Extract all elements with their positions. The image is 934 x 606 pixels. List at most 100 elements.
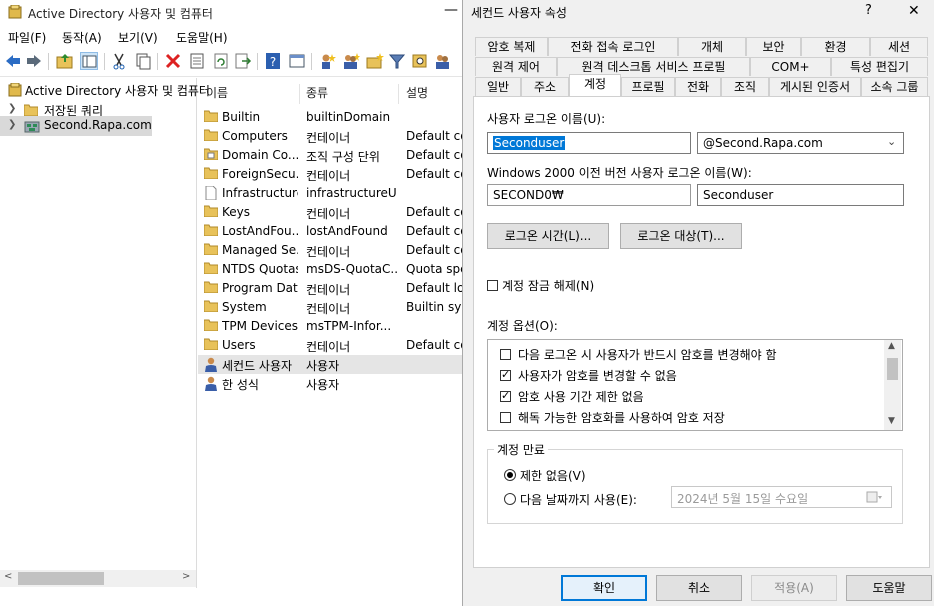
column-header-description[interactable]: 설명 (406, 84, 428, 101)
list-item[interactable]: Infrastructure infrastructureU... (198, 184, 462, 203)
logon-hours-button[interactable]: 로그온 시간(L)... (487, 223, 609, 249)
help-icon[interactable]: ? (865, 3, 872, 18)
unlock-account-checkbox[interactable] (487, 280, 498, 291)
account-option-checkbox[interactable] (500, 412, 511, 423)
list-item[interactable]: Domain Co... 조직 구성 단위 Default co (198, 146, 462, 165)
list-item[interactable]: 한 성식 사용자 (198, 374, 462, 393)
list-item[interactable]: System 컨테이너 Builtin syst (198, 298, 462, 317)
menu-action[interactable]: 동작(A) (62, 29, 102, 46)
column-separator[interactable] (299, 84, 300, 104)
never-expires-radio[interactable] (504, 469, 516, 481)
cut-icon[interactable] (110, 52, 128, 70)
tab-password-replication[interactable]: 암호 복제 (475, 37, 548, 56)
new-user-icon[interactable] (318, 52, 336, 70)
chevron-right-icon[interactable]: ❯ (8, 103, 16, 114)
list-item[interactable]: Computers 컨테이너 Default co (198, 127, 462, 146)
add-to-group-icon[interactable] (434, 52, 452, 70)
tab-environment[interactable]: 환경 (801, 37, 870, 56)
cancel-button[interactable]: 취소 (656, 575, 742, 601)
account-option-checkbox[interactable] (500, 368, 511, 381)
list-item[interactable]: ForeignSecu... 컨테이너 Default co (198, 165, 462, 184)
menu-view[interactable]: 보기(V) (118, 29, 158, 46)
new-ou-icon[interactable] (366, 52, 384, 70)
logon-name-input[interactable]: Seconduser (487, 132, 691, 154)
scrollbar-thumb[interactable] (887, 358, 898, 380)
menu-help[interactable]: 도움말(H) (176, 29, 228, 46)
new-group-icon[interactable] (342, 52, 360, 70)
back-arrow-icon[interactable] (4, 52, 22, 70)
folder-icon (203, 129, 219, 142)
list-item[interactable]: Keys 컨테이너 Default co (198, 203, 462, 222)
tree-item-domain[interactable]: ❯ Second.Rapa.com (0, 116, 152, 136)
tab-published-certificates[interactable]: 게시된 인증서 (769, 77, 861, 96)
list-item[interactable]: LostAndFou... lostAndFound Default co (198, 222, 462, 241)
tab-profile[interactable]: 프로필 (621, 77, 675, 96)
show-action-pane-icon[interactable] (288, 52, 306, 70)
column-header-name[interactable]: 이름 (206, 84, 228, 101)
account-option-checkbox[interactable] (500, 349, 511, 360)
find-icon[interactable] (411, 52, 429, 70)
tab-object[interactable]: 개체 (678, 37, 746, 56)
list-item[interactable]: Managed Se... 컨테이너 Default co (198, 241, 462, 260)
tab-dial-in[interactable]: 전화 접속 로그인 (548, 37, 678, 56)
close-icon[interactable]: ✕ (908, 3, 920, 19)
column-header-type[interactable]: 종류 (306, 84, 328, 101)
svg-text:?: ? (270, 55, 276, 69)
scrollbar-thumb[interactable] (18, 572, 104, 585)
logon-to-button[interactable]: 로그온 대상(T)... (620, 223, 742, 249)
list-item[interactable]: 세컨드 사용자 사용자 (198, 355, 462, 374)
list-item[interactable]: Program Data 컨테이너 Default loc (198, 279, 462, 298)
list-item[interactable]: Users 컨테이너 Default co (198, 336, 462, 355)
tab-attribute-editor[interactable]: 특성 편집기 (831, 57, 928, 76)
cell-name: Keys (222, 205, 251, 219)
upn-suffix-dropdown[interactable]: @Second.Rapa.com (697, 132, 904, 154)
help-button[interactable]: 도움말 (846, 575, 932, 601)
account-option-checkbox[interactable] (500, 389, 511, 402)
pre2000-username-input[interactable]: Seconduser (697, 184, 904, 206)
menu-file[interactable]: 파일(F) (8, 29, 46, 46)
properties-icon[interactable] (188, 52, 206, 70)
tree-item-root[interactable]: Active Directory 사용자 및 컴퓨터 (0, 80, 210, 100)
chevron-right-icon[interactable]: ❯ (8, 119, 16, 130)
toolbar: ? (0, 48, 462, 77)
tab-member-of[interactable]: 소속 그룹 (861, 77, 928, 96)
tab-com-plus[interactable]: COM+ (750, 57, 831, 76)
ok-button[interactable]: 확인 (561, 575, 647, 601)
cell-type: 컨테이너 (306, 169, 351, 183)
apply-button[interactable]: 적용(A) (751, 575, 837, 601)
up-folder-icon[interactable] (56, 52, 74, 70)
cell-desc: Quota spe (406, 262, 462, 276)
tab-telephones[interactable]: 전화 (675, 77, 721, 96)
minimize-button[interactable]: — (444, 2, 460, 20)
help-icon[interactable]: ? (264, 52, 282, 70)
scroll-down-icon[interactable]: ▼ (888, 416, 895, 426)
scroll-left-icon[interactable]: < (4, 571, 12, 582)
copy-icon[interactable] (134, 52, 152, 70)
tab-remote-control[interactable]: 원격 제어 (475, 57, 557, 76)
column-separator[interactable] (398, 84, 399, 104)
show-console-tree-icon[interactable] (80, 52, 98, 70)
tab-security[interactable]: 보안 (746, 37, 801, 56)
forward-arrow-icon[interactable] (25, 52, 43, 70)
tree-horizontal-scrollbar[interactable]: < > (0, 570, 196, 587)
list-item[interactable]: Builtin builtinDomain (198, 108, 462, 127)
delete-icon[interactable] (164, 52, 182, 70)
list-item[interactable]: NTDS Quotas msDS-QuotaC... Quota spe (198, 260, 462, 279)
export-list-icon[interactable] (234, 52, 252, 70)
folder-icon (203, 205, 219, 218)
refresh-icon[interactable] (212, 52, 230, 70)
list-item[interactable]: TPM Devices msTPM-Infor... (198, 317, 462, 336)
options-scrollbar[interactable]: ▲ ▼ (884, 340, 901, 430)
tab-address[interactable]: 주소 (521, 77, 569, 96)
cell-type: 컨테이너 (306, 207, 351, 221)
scroll-right-icon[interactable]: > (182, 571, 190, 582)
tab-sessions[interactable]: 세션 (870, 37, 928, 56)
filter-icon[interactable] (388, 52, 406, 70)
scroll-up-icon[interactable]: ▲ (888, 341, 895, 351)
tab-organization[interactable]: 조직 (721, 77, 769, 96)
end-of-radio[interactable] (504, 493, 516, 505)
tab-account[interactable]: 계정 (569, 74, 621, 96)
tab-general[interactable]: 일반 (475, 77, 521, 96)
chevron-down-icon[interactable]: ⌄ (887, 135, 896, 148)
main-window: Active Directory 사용자 및 컴퓨터 — 파일(F) 동작(A)… (0, 0, 462, 606)
